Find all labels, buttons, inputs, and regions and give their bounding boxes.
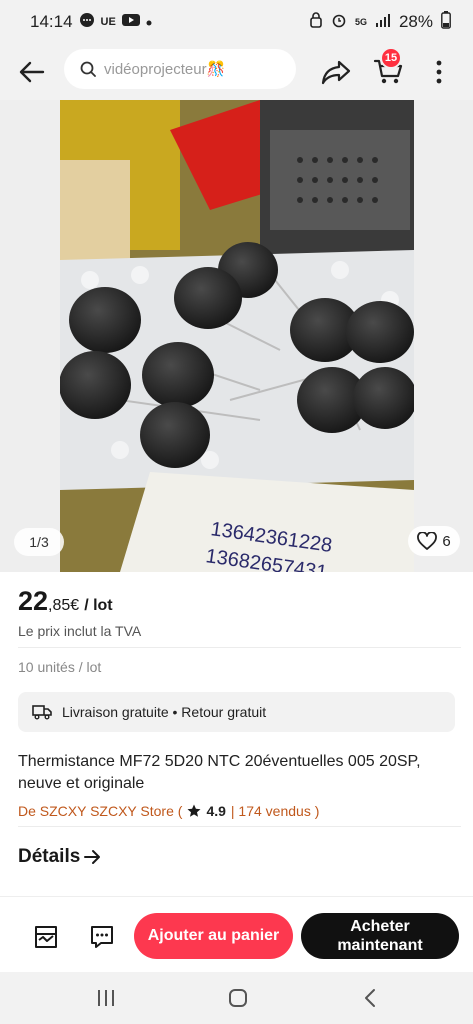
price-unit: / lot — [84, 597, 113, 614]
delivery-text: Livraison gratuite • Retour gratuit — [62, 704, 267, 720]
price: 22 ,85€ / lot — [18, 586, 113, 617]
search-icon — [80, 61, 96, 77]
delivery-info[interactable]: Livraison gratuite • Retour gratuit — [18, 692, 455, 732]
status-time: 14:14 — [30, 12, 73, 31]
chat-button[interactable] — [84, 921, 120, 953]
youtube-icon — [121, 13, 140, 32]
details-link[interactable]: Détails — [18, 846, 102, 868]
like-count: 6 — [442, 532, 451, 550]
back-button[interactable] — [16, 56, 48, 88]
recent-apps-button[interactable] — [88, 984, 124, 1012]
units-per-lot: 10 unités / lot — [18, 659, 102, 675]
divider — [18, 826, 461, 827]
carrier-badge: UE — [100, 16, 116, 28]
home-button[interactable] — [220, 984, 256, 1012]
heart-icon — [417, 532, 438, 550]
back-arrow-icon — [19, 61, 45, 83]
chat-icon — [91, 926, 113, 948]
tva-note: Le prix inclut la TVA — [18, 623, 142, 639]
store-sold: | 174 vendus ) — [230, 803, 320, 819]
store-link[interactable]: De SZCXY SZCXY Store ( 4.9 | 174 vendus … — [18, 803, 319, 819]
search-text: vidéoprojecteur🎊 — [104, 61, 226, 78]
network-5g-icon: 5G — [354, 17, 367, 27]
more-vertical-icon — [436, 60, 442, 84]
dot-icon — [146, 13, 152, 31]
truck-icon — [32, 705, 52, 720]
add-to-cart-button[interactable]: Ajouter au panier — [134, 913, 293, 959]
store-button[interactable] — [28, 921, 64, 953]
gallery-page-indicator: 1/3 — [14, 528, 64, 556]
lock-icon — [309, 11, 323, 33]
bottom-action-bar: Ajouter au panier Acheter maintenant — [0, 896, 473, 972]
battery-icon — [441, 10, 451, 34]
signal-icon — [375, 13, 391, 32]
price-integer: 22 — [18, 586, 49, 616]
store-icon — [35, 926, 57, 948]
details-label: Détails — [18, 846, 81, 867]
cart-count-badge: 15 — [380, 47, 402, 69]
back-nav-button[interactable] — [352, 984, 388, 1012]
status-bar: 14:14 UE 5G 28% — [0, 0, 473, 44]
status-left: 14:14 UE — [30, 12, 152, 33]
search-input[interactable]: vidéoprojecteur🎊 — [64, 49, 296, 89]
share-button[interactable] — [318, 54, 354, 90]
divider — [18, 647, 461, 648]
alarm-icon — [331, 12, 347, 33]
store-name: De SZCXY SZCXY Store ( — [18, 803, 183, 819]
buy-now-button[interactable]: Acheter maintenant — [301, 913, 459, 959]
arrow-right-icon — [84, 850, 101, 864]
like-button[interactable]: 6 — [408, 526, 460, 556]
battery-percent: 28% — [398, 12, 433, 31]
product-title: Thermistance MF72 5D20 NTC 20éventuelles… — [18, 753, 421, 792]
product-gallery[interactable]: 13642361228 13682657431 1/3 6 — [0, 100, 473, 572]
back-chevron-icon — [365, 989, 375, 1007]
system-nav-bar — [0, 972, 473, 1024]
price-cents: ,85€ — [48, 597, 80, 614]
home-icon — [229, 989, 247, 1007]
message-icon — [79, 12, 95, 33]
store-rating: 4.9 — [206, 803, 226, 819]
star-icon — [187, 804, 201, 817]
more-options-button[interactable] — [424, 54, 454, 90]
status-right: 5G 28% — [309, 10, 451, 34]
recent-apps-icon — [98, 990, 114, 1006]
product-photo[interactable]: 13642361228 13682657431 — [60, 100, 414, 572]
app-header: vidéoprojecteur🎊 15 — [0, 44, 473, 100]
product-photo-illustration: 13642361228 13682657431 — [60, 100, 414, 572]
share-icon — [321, 60, 351, 85]
